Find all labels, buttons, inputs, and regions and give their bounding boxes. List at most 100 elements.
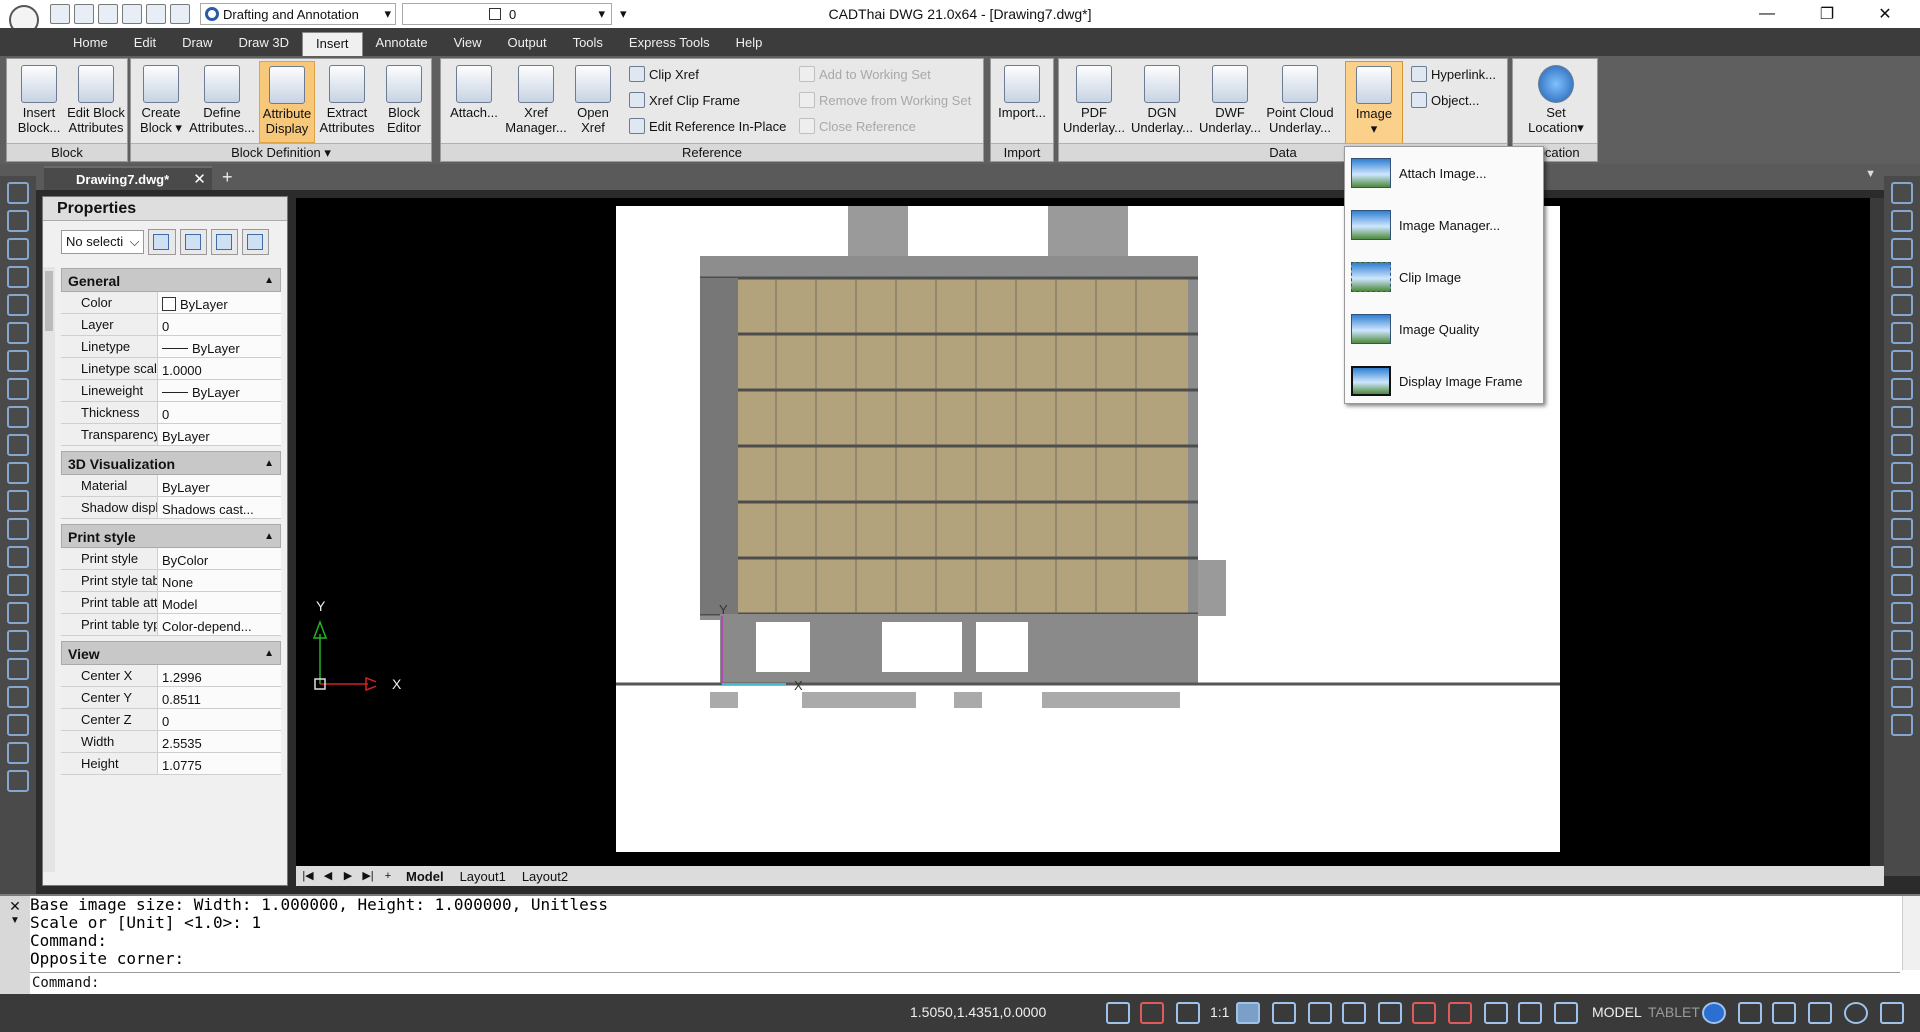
hatch-tool-icon[interactable]	[7, 462, 29, 484]
move-tool-icon[interactable]	[1891, 350, 1913, 372]
property-value[interactable]: 1.0775	[158, 753, 281, 774]
attach-button[interactable]: Attach...	[445, 61, 503, 143]
annotation-scale-icon[interactable]	[1176, 1002, 1200, 1024]
layout-tab-model[interactable]: Model	[400, 869, 450, 884]
rectangle-tool-icon[interactable]	[7, 490, 29, 512]
auto-scale-icon[interactable]	[1272, 1002, 1296, 1024]
pdf-underlay-button[interactable]: PDF Underlay...	[1061, 61, 1127, 143]
xref-clip-frame-button[interactable]: Xref Clip Frame	[629, 89, 740, 111]
fillet-tool-icon[interactable]	[1891, 602, 1913, 624]
group-header[interactable]: 3D Visualization ▲	[61, 451, 281, 475]
close-reference-button[interactable]: Close Reference	[799, 115, 916, 137]
extract-attributes-button[interactable]: Extract Attributes	[317, 61, 377, 143]
property-row[interactable]: Center X 1.2996	[61, 665, 281, 687]
save-as-icon[interactable]	[122, 4, 142, 24]
open-xref-button[interactable]: Open Xref	[569, 61, 617, 143]
join-tool-icon[interactable]	[1891, 546, 1913, 568]
arc-tool-icon[interactable]	[7, 266, 29, 288]
point-tool-icon[interactable]	[7, 434, 29, 456]
tab-help[interactable]: Help	[723, 32, 776, 56]
property-row[interactable]: Linetype ByLayer	[61, 336, 281, 358]
mirror-tool-icon[interactable]	[1891, 238, 1913, 260]
scale-readout[interactable]: 1:1	[1210, 1004, 1229, 1020]
property-value[interactable]: ByColor	[158, 548, 281, 569]
ortho-icon[interactable]	[1106, 1002, 1130, 1024]
insert-block-button[interactable]: Insert Block...	[11, 61, 67, 143]
trim-tool-icon[interactable]	[1891, 462, 1913, 484]
tab-draw-3d[interactable]: Draw 3D	[225, 32, 302, 56]
close-button[interactable]: ✕	[1862, 0, 1908, 28]
close-icon[interactable]: ✕	[193, 170, 206, 188]
point-cloud-button[interactable]: Point Cloud Underlay...	[1265, 61, 1335, 143]
property-row[interactable]: Print table att...Model	[61, 592, 281, 614]
command-input[interactable]: Command:	[30, 972, 1900, 992]
property-row[interactable]: Print style tableNone	[61, 570, 281, 592]
mtext-tool-icon[interactable]	[7, 742, 29, 764]
menu-display-image-frame[interactable]: Display Image Frame	[1345, 355, 1543, 407]
import-button[interactable]: Import...	[993, 61, 1051, 143]
create-block-button[interactable]: Create Block ▾	[133, 61, 189, 143]
tab-draw[interactable]: Draw	[169, 32, 225, 56]
collapse-icon[interactable]: ▲	[264, 646, 274, 660]
group-header[interactable]: View ▲	[61, 641, 281, 665]
cloud-tool-icon[interactable]	[7, 546, 29, 568]
property-value[interactable]: 0	[158, 709, 281, 730]
scale-tool-icon[interactable]	[1891, 406, 1913, 428]
property-value[interactable]: ByLayer	[158, 336, 281, 357]
settings-gear-icon[interactable]	[1702, 1002, 1726, 1024]
tab-express-tools[interactable]: Express Tools	[616, 32, 723, 56]
app-logo[interactable]	[0, 0, 48, 35]
close-icon[interactable]: ✕	[0, 896, 30, 915]
property-value[interactable]: ByLayer	[158, 424, 281, 445]
add-layout-icon[interactable]: +	[380, 868, 396, 884]
open-file-icon[interactable]	[74, 4, 94, 24]
property-value[interactable]: 1.2996	[158, 665, 281, 686]
grid-icon[interactable]	[1342, 1002, 1366, 1024]
offset-tool-icon[interactable]	[1891, 266, 1913, 288]
clip-xref-button[interactable]: Clip Xref	[629, 63, 699, 85]
gradient-icon[interactable]	[7, 686, 29, 708]
property-value[interactable]: 2.5535	[158, 731, 281, 752]
property-row[interactable]: Material ByLayer	[61, 475, 281, 497]
edit-hatch-icon[interactable]	[1891, 714, 1913, 736]
group-header[interactable]: Print style ▲	[61, 524, 281, 548]
transparency-icon[interactable]	[1518, 1002, 1542, 1024]
property-value[interactable]: 0.8511	[158, 687, 281, 708]
canvas-scrollbar[interactable]	[1870, 198, 1884, 866]
snap-icon[interactable]	[1308, 1002, 1332, 1024]
crosshair-icon[interactable]	[1140, 1002, 1164, 1024]
menu-image-manager[interactable]: Image Manager...	[1345, 199, 1543, 251]
property-row[interactable]: Layer 0	[61, 314, 281, 336]
command-scrollbar[interactable]	[1902, 896, 1920, 970]
extend-tool-icon[interactable]	[1891, 490, 1913, 512]
property-value[interactable]: Model	[158, 592, 281, 613]
property-value[interactable]: 0	[158, 314, 281, 335]
define-attributes-button[interactable]: Define Attributes...	[187, 61, 257, 143]
array-tool-icon[interactable]	[1891, 378, 1913, 400]
customize-status-icon[interactable]	[1880, 1002, 1904, 1024]
hardware-acceleration-icon[interactable]	[1772, 1002, 1796, 1024]
chevron-down-icon[interactable]: ▼	[0, 915, 30, 926]
block-insert-icon[interactable]	[7, 658, 29, 680]
property-value[interactable]: Color-depend...	[158, 614, 281, 635]
property-value[interactable]: 0	[158, 402, 281, 423]
property-row[interactable]: Transparency ByLayer	[61, 424, 281, 446]
annotation-visibility-icon[interactable]	[1236, 1002, 1260, 1024]
last-layout-icon[interactable]: ▶|	[360, 868, 376, 884]
property-row[interactable]: Linetype scale 1.0000	[61, 358, 281, 380]
property-row[interactable]: Thickness 0	[61, 402, 281, 424]
arc-3pt-icon[interactable]	[7, 350, 29, 372]
edit-block-attributes-button[interactable]: Edit Block Attributes	[65, 61, 127, 143]
rotate-tool-icon[interactable]	[1891, 322, 1913, 344]
prev-layout-icon[interactable]: ◀	[320, 868, 336, 884]
panel-block-definition-title[interactable]: Block Definition ▾	[131, 143, 431, 161]
attribute-display-button[interactable]: Attribute Display	[259, 61, 315, 143]
new-file-icon[interactable]	[50, 4, 70, 24]
layout-tab-layout2[interactable]: Layout2	[516, 869, 574, 884]
minimize-button[interactable]: —	[1744, 0, 1790, 28]
dwf-underlay-button[interactable]: DWF Underlay...	[1197, 61, 1263, 143]
clean-screen-icon[interactable]	[1844, 1002, 1868, 1024]
tab-annotate[interactable]: Annotate	[363, 32, 441, 56]
menu-clip-image[interactable]: Clip Image	[1345, 251, 1543, 303]
isolate-objects-icon[interactable]	[1808, 1002, 1832, 1024]
